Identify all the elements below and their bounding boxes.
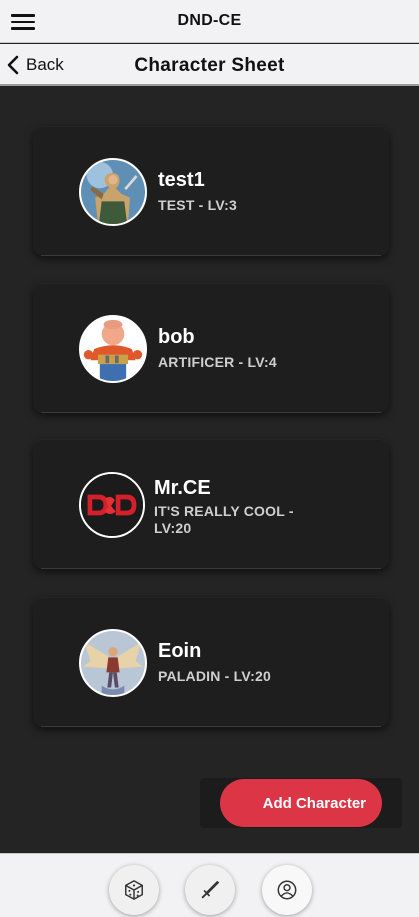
- character-name: test1: [158, 169, 205, 191]
- add-character-button[interactable]: Add Character: [220, 779, 382, 827]
- character-class-level: TEST - LV:3: [158, 197, 237, 213]
- page-title: Character Sheet: [134, 55, 285, 76]
- winged-paladin-portrait-icon: [79, 629, 147, 697]
- add-character-container: Add Character: [200, 778, 402, 828]
- tab-sword[interactable]: [185, 865, 235, 915]
- character-list: test1 TEST - LV:3 bob ARTIFICER - LV:4 M…: [0, 88, 419, 853]
- tab-profile[interactable]: [262, 865, 312, 915]
- dice-icon: [125, 880, 143, 900]
- character-card-test1[interactable]: test1 TEST - LV:3: [33, 126, 389, 256]
- tab-dice[interactable]: [109, 865, 159, 915]
- character-card-mrce[interactable]: Mr.CE IT'S REALLY COOL - LV:20: [33, 439, 389, 569]
- character-name: Mr.CE: [154, 477, 211, 499]
- character-name: Eoin: [158, 640, 202, 662]
- character-class-level: PALADIN - LV:20: [158, 668, 271, 684]
- warrior-portrait-icon: [79, 158, 147, 226]
- sword-icon: [201, 881, 219, 899]
- character-class-level: ARTIFICER - LV:4: [158, 354, 277, 370]
- character-class-level: IT'S REALLY COOL - LV:20: [154, 503, 294, 536]
- dnd-logo-icon: [79, 472, 145, 538]
- app-title: DND-CE: [177, 12, 242, 29]
- bottom-tab-bar: [0, 853, 419, 917]
- character-card-bob[interactable]: bob ARTIFICER - LV:4: [33, 283, 389, 413]
- nav-bar: Back Character Sheet: [0, 44, 419, 86]
- character-name: bob: [158, 326, 195, 348]
- character-card-eoin[interactable]: Eoin PALADIN - LV:20: [33, 597, 389, 727]
- user-icon: [277, 880, 297, 900]
- builder-portrait-icon: [79, 315, 147, 383]
- app-bar: DND-CE: [0, 0, 419, 43]
